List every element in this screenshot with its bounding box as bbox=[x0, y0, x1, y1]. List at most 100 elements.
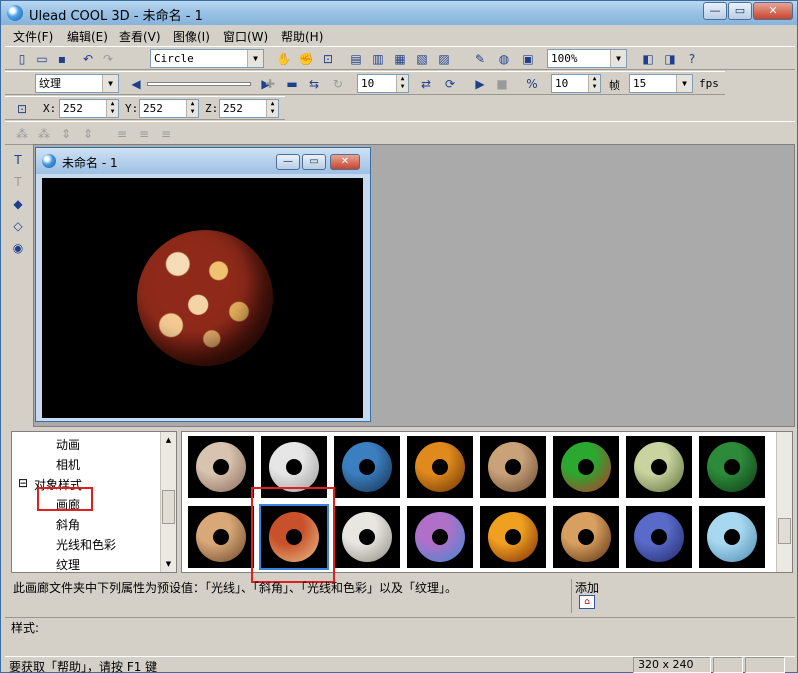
scroll-down-icon[interactable]: ▼ bbox=[162, 557, 175, 571]
pan-hand-icon[interactable]: ✋ bbox=[275, 50, 293, 68]
document-title-bar[interactable]: 未命名 - 1 — ▭ ✕ bbox=[36, 148, 370, 174]
remove-key-icon[interactable]: ▬ bbox=[283, 75, 301, 93]
refresh-icon[interactable]: ⟳ bbox=[441, 75, 459, 93]
swap-icon[interactable]: ⇄ bbox=[417, 75, 435, 93]
doc-restore-button[interactable]: ▭ bbox=[302, 154, 326, 170]
insert-object-icon[interactable]: ◉ bbox=[9, 238, 27, 256]
preset-thumbnail[interactable] bbox=[188, 506, 254, 568]
document-window[interactable]: 未命名 - 1 — ▭ ✕ bbox=[35, 147, 371, 422]
tree-item-bevel[interactable]: 斜角 bbox=[56, 516, 80, 533]
align-right-icon[interactable]: ≡ bbox=[157, 125, 175, 143]
menu-view[interactable]: 查看(V) bbox=[119, 28, 161, 45]
x-spin[interactable]: 252 ▲ ▼ bbox=[59, 99, 119, 118]
text-spacing-narrow-icon[interactable]: ⁂ bbox=[35, 125, 53, 143]
menu-window[interactable]: 窗口(W) bbox=[223, 28, 268, 45]
insert-geometry-icon[interactable]: ◆ bbox=[9, 194, 27, 212]
preset-thumbnail[interactable] bbox=[626, 506, 692, 568]
scroll-thumb[interactable] bbox=[778, 518, 791, 544]
torus-preview bbox=[707, 442, 757, 492]
scroll-thumb[interactable] bbox=[162, 490, 175, 524]
fps-combo[interactable]: 15 ▼ bbox=[629, 74, 693, 93]
preset-thumbnail[interactable] bbox=[699, 506, 765, 568]
preset-thumbnail[interactable] bbox=[480, 436, 546, 498]
tree-expander-icon[interactable]: ⊟ bbox=[18, 476, 28, 490]
percent-icon[interactable]: % bbox=[523, 75, 541, 93]
menu-image[interactable]: 图像(I) bbox=[173, 28, 210, 45]
redo-icon[interactable]: ↷ bbox=[99, 50, 117, 68]
open-folder-icon[interactable]: ▭ bbox=[33, 50, 51, 68]
preset-thumbnail[interactable] bbox=[188, 436, 254, 498]
doc-close-button[interactable]: ✕ bbox=[330, 154, 360, 170]
doc-minimize-button[interactable]: — bbox=[276, 154, 300, 170]
movie-icon[interactable]: ◨ bbox=[661, 50, 679, 68]
close-button[interactable]: ✕ bbox=[753, 2, 793, 20]
preset-thumbnail[interactable] bbox=[334, 506, 400, 568]
menu-help[interactable]: 帮助(H) bbox=[281, 28, 323, 45]
textured-sphere[interactable] bbox=[137, 230, 273, 366]
gallery-scrollbar[interactable] bbox=[776, 432, 792, 572]
add-key-icon[interactable]: ✚ bbox=[261, 75, 279, 93]
object-select-combo[interactable]: Circle ▼ bbox=[150, 49, 264, 68]
torus-preview bbox=[342, 512, 392, 562]
z-spin[interactable]: 252 ▲ ▼ bbox=[219, 99, 279, 118]
timeline-slider[interactable] bbox=[147, 82, 251, 86]
edit-text-icon[interactable]: T bbox=[9, 172, 27, 190]
prev-key-icon[interactable]: ◀ bbox=[127, 75, 145, 93]
tree-item-camera[interactable]: 相机 bbox=[56, 456, 80, 473]
position-mode-icon[interactable]: ⊡ bbox=[13, 100, 31, 118]
render-canvas[interactable] bbox=[42, 178, 363, 418]
preset-thumbnail[interactable] bbox=[407, 506, 473, 568]
category-tree[interactable]: 动画 相机 ⊟ 对象样式 画廊 斜角 光线和色彩 纹理 ▲ ▼ bbox=[11, 431, 177, 573]
paint-icon[interactable]: ✎ bbox=[471, 50, 489, 68]
preset-thumbnail[interactable] bbox=[626, 436, 692, 498]
frame-spin-a[interactable]: 10 ▲ ▼ bbox=[357, 74, 409, 93]
preset-thumbnail[interactable] bbox=[553, 436, 619, 498]
preset-thumbnail[interactable] bbox=[553, 506, 619, 568]
scroll-up-icon[interactable]: ▲ bbox=[162, 433, 175, 447]
reverse-key-icon[interactable]: ⇆ bbox=[305, 75, 323, 93]
preset-thumbnail[interactable] bbox=[334, 436, 400, 498]
frame-spin-b[interactable]: 10 ▲ ▼ bbox=[551, 74, 601, 93]
preset-thumbnail[interactable] bbox=[407, 436, 473, 498]
tree-item-texture[interactable]: 纹理 bbox=[56, 556, 80, 573]
stop-icon[interactable]: ■ bbox=[493, 75, 511, 93]
align-center-icon[interactable]: ≡ bbox=[135, 125, 153, 143]
zoom-combo[interactable]: 100% ▼ bbox=[547, 49, 627, 68]
minimize-button[interactable]: — bbox=[703, 2, 727, 20]
context-help-icon[interactable]: ? bbox=[683, 50, 701, 68]
export-icon[interactable]: ◧ bbox=[639, 50, 657, 68]
title-bar[interactable]: Ulead COOL 3D - 未命名 - 1 — ▭ ✕ bbox=[1, 1, 797, 25]
undo-icon[interactable]: ↶ bbox=[79, 50, 97, 68]
insert-graphic-icon[interactable]: ◇ bbox=[9, 216, 27, 234]
move-front-icon[interactable]: ▤ bbox=[347, 50, 365, 68]
menu-file[interactable]: 文件(F) bbox=[13, 28, 53, 45]
line-spacing-icon[interactable]: ⇕ bbox=[57, 125, 75, 143]
ungroup-icon[interactable]: ▨ bbox=[435, 50, 453, 68]
group-icon[interactable]: ▧ bbox=[413, 50, 431, 68]
move-back-icon[interactable]: ▥ bbox=[369, 50, 387, 68]
tree-item-animation[interactable]: 动画 bbox=[56, 436, 80, 453]
insert-text-icon[interactable]: T bbox=[9, 150, 27, 168]
save-icon[interactable]: ▪ bbox=[53, 50, 71, 68]
add-preset-icon[interactable]: ⌂ bbox=[579, 595, 595, 609]
chart-icon[interactable]: ▣ bbox=[519, 50, 537, 68]
loop-icon[interactable]: ↻ bbox=[329, 75, 347, 93]
globe-icon[interactable]: ◍ bbox=[495, 50, 513, 68]
tree-item-light-color[interactable]: 光线和色彩 bbox=[56, 536, 116, 553]
preset-thumbnail[interactable] bbox=[699, 436, 765, 498]
tree-scrollbar[interactable]: ▲ ▼ bbox=[160, 432, 176, 572]
play-icon[interactable]: ▶ bbox=[471, 75, 489, 93]
align-icon[interactable]: ▦ bbox=[391, 50, 409, 68]
rotate-hand-icon[interactable]: ✊ bbox=[297, 50, 315, 68]
new-file-icon[interactable]: ▯ bbox=[13, 50, 31, 68]
attribute-combo[interactable]: 纹理 ▼ bbox=[35, 74, 119, 93]
align-left-icon[interactable]: ≡ bbox=[113, 125, 131, 143]
restore-button[interactable]: ▭ bbox=[728, 2, 752, 20]
line-spacing-narrow-icon[interactable]: ⇕ bbox=[79, 125, 97, 143]
text-spacing-icon[interactable]: ⁂ bbox=[13, 125, 31, 143]
chevron-down-icon: ▼ bbox=[610, 50, 626, 67]
preset-thumbnail[interactable] bbox=[480, 506, 546, 568]
y-spin[interactable]: 252 ▲ ▼ bbox=[139, 99, 199, 118]
menu-edit[interactable]: 编辑(E) bbox=[67, 28, 108, 45]
resize-object-icon[interactable]: ⊡ bbox=[319, 50, 337, 68]
